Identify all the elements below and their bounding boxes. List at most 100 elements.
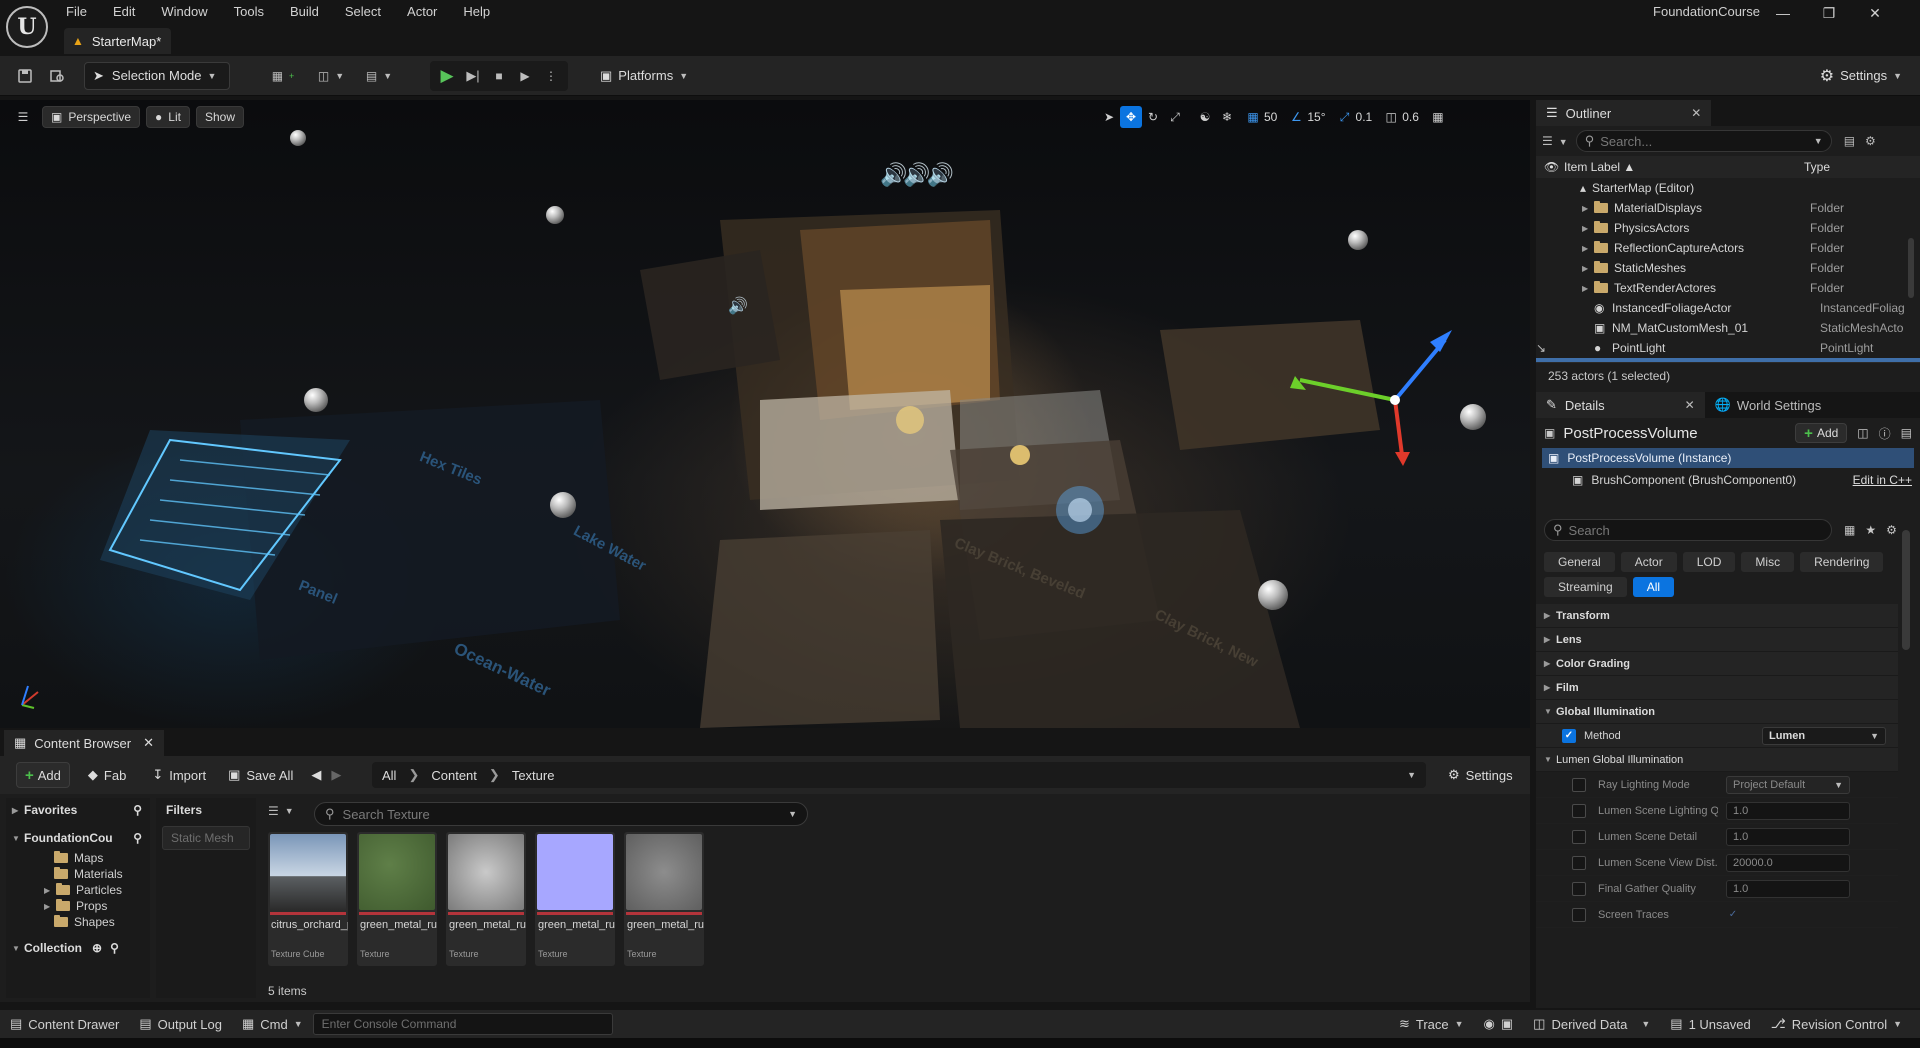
camera-speed-icon[interactable]: ◫ — [1380, 106, 1402, 128]
perspective-button[interactable]: ▣ Perspective — [42, 106, 141, 128]
outliner-row[interactable]: ◉ InstancedFoliageActor InstancedFoliag — [1536, 298, 1920, 318]
outliner-row[interactable]: ▶ MaterialDisplays Folder — [1536, 198, 1920, 218]
section-transform[interactable]: ▶ Transform — [1536, 604, 1898, 628]
world-settings-tab[interactable]: 🌐 World Settings — [1704, 392, 1832, 418]
menu-select[interactable]: Select — [332, 0, 394, 24]
section-global-illumination[interactable]: ▼ Global Illumination — [1536, 700, 1898, 724]
grid-snap-value[interactable]: 50 — [1264, 110, 1277, 124]
override-checkbox[interactable] — [1572, 803, 1586, 818]
asset-search-input[interactable]: ⚲ Search Texture ▼ — [314, 802, 808, 826]
override-checkbox[interactable] — [1572, 881, 1586, 896]
close-icon[interactable]: ✕ — [1691, 106, 1701, 120]
property-checkbox[interactable]: ✓ — [1726, 908, 1740, 922]
rotation-snap-value[interactable]: 15° — [1307, 110, 1325, 124]
menu-file[interactable]: File — [60, 0, 100, 24]
menu-edit[interactable]: Edit — [100, 0, 148, 24]
search-icon[interactable]: ⚲ — [110, 941, 119, 955]
audio-source-icon[interactable]: 🔊🔊🔊 — [880, 162, 954, 188]
override-checkbox[interactable] — [1572, 829, 1586, 844]
brush-component-row[interactable]: ▣ BrushComponent (BrushComponent0) Edit … — [1536, 468, 1920, 492]
import-button[interactable]: ↧ Import — [144, 762, 214, 788]
browse-icon[interactable] — [44, 63, 70, 89]
blueprint-icon[interactable]: ◫ ▼ — [312, 63, 350, 89]
property-value-field[interactable]: 1.0 — [1726, 879, 1850, 898]
outliner-row[interactable]: ▣ NM_MatCustomMesh_01 StaticMeshActo — [1536, 318, 1920, 338]
asset-tile[interactable]: green_metal_rust_diff_4k Texture — [357, 832, 437, 966]
show-button[interactable]: Show — [195, 106, 245, 128]
unreal-logo-icon[interactable]: U — [6, 6, 48, 48]
category-all[interactable]: All — [1632, 577, 1675, 597]
fab-button[interactable]: ◆ Fab — [80, 762, 134, 788]
lock-icon[interactable]: ▤ — [1901, 426, 1912, 440]
content-settings-button[interactable]: ⚙ Settings — [1440, 762, 1521, 788]
add-button[interactable]: + Add — [16, 762, 70, 788]
select-tool-icon[interactable]: ➤ — [1098, 106, 1120, 128]
save-icon[interactable] — [12, 63, 38, 89]
close-icon[interactable]: ✕ — [1685, 398, 1695, 412]
asset-tile[interactable]: green_metal_rust_rough_4k Texture — [624, 832, 704, 966]
stop-icon[interactable]: ■ — [486, 63, 512, 89]
star-icon[interactable]: ★ — [1865, 523, 1876, 537]
save-all-button[interactable]: ▣ Save All — [220, 762, 301, 788]
visibility-icon[interactable]: 👁 — [1544, 160, 1564, 174]
level-viewport[interactable]: 🔊🔊🔊 🔊 Hex Tiles Lake Water Panel Ocean-W… — [0, 100, 1530, 728]
asset-tile[interactable]: green_metal_rust_nor_gl_4k Texture — [535, 832, 615, 966]
outliner-row[interactable]: ▶ StaticMeshes Folder — [1536, 258, 1920, 278]
scale-snap-icon[interactable]: ⤢ — [1334, 106, 1356, 128]
gear-icon[interactable]: ⚙ — [1886, 523, 1897, 537]
column-type[interactable]: Type — [1804, 160, 1830, 174]
menu-build[interactable]: Build — [277, 0, 332, 24]
hamburger-menu-icon[interactable]: ☰ — [12, 106, 34, 128]
outliner-tab[interactable]: ☰ Outliner ✕ — [1536, 100, 1712, 126]
folder-shapes[interactable]: Shapes — [6, 914, 150, 930]
play-options-icon[interactable]: ⋮ — [538, 63, 564, 89]
translate-tool-icon[interactable]: ✥ — [1120, 106, 1142, 128]
category-rendering[interactable]: Rendering — [1800, 552, 1884, 572]
details-scrollbar[interactable] — [1902, 530, 1910, 650]
breadcrumb-content[interactable]: Content — [431, 768, 477, 783]
add-folder-icon[interactable]: ▤ — [1844, 134, 1855, 148]
favorites-section[interactable]: ▶ Favorites ⚲ — [6, 798, 150, 822]
add-component-button[interactable]: + Add — [1795, 423, 1848, 443]
rotate-tool-icon[interactable]: ↻ — [1142, 106, 1164, 128]
filter-dropdown-icon[interactable]: ☰ ▼ — [268, 804, 294, 818]
sphere-reflection-capture[interactable] — [304, 388, 328, 412]
asset-tile[interactable]: green_metal_rust_disp_4k Texture — [446, 832, 526, 966]
visibility-icon[interactable]: ↘ — [1536, 361, 1554, 362]
collection-section[interactable]: ▼ Collection ⊕ ⚲ — [6, 936, 150, 960]
revision-control-dropdown[interactable]: ⎇ Revision Control ▼ — [1761, 1010, 1912, 1038]
eject-icon[interactable]: ▶ — [512, 63, 538, 89]
outliner-row[interactable]: ↘ ▣ PostProcessVolumePostProcessVo — [1536, 358, 1920, 362]
property-dropdown[interactable]: Project Default ▼ — [1726, 775, 1850, 794]
outliner-row[interactable]: ↘ ● PointLight PointLight — [1536, 338, 1920, 358]
audio-source-icon[interactable]: 🔊 — [728, 296, 748, 316]
outliner-root[interactable]: ▴ StarterMap (Editor) — [1536, 178, 1920, 198]
surface-snap-icon[interactable]: ❄ — [1216, 106, 1238, 128]
property-value-field[interactable]: 20000.0 — [1726, 853, 1850, 872]
breadcrumb-all[interactable]: All — [382, 768, 396, 783]
filter-icon[interactable]: ☰ ▼ — [1542, 134, 1568, 148]
details-tab[interactable]: ✎ Details ✕ — [1536, 392, 1705, 418]
search-icon[interactable]: ⚲ — [133, 831, 142, 845]
sphere-reflection-capture[interactable] — [1258, 580, 1288, 610]
method-override-checkbox[interactable]: ✓ — [1562, 728, 1576, 743]
static-mesh-filter-chip[interactable]: Static Mesh — [162, 826, 250, 850]
section-film[interactable]: ▶ Film — [1536, 676, 1898, 700]
scale-tool-icon[interactable]: ⤢ — [1164, 106, 1186, 128]
console-command-input[interactable]: Enter Console Command — [312, 1013, 613, 1035]
restore-icon[interactable]: ❐ — [1806, 0, 1852, 26]
property-value-field[interactable]: 1.0 — [1726, 801, 1850, 820]
section-lens[interactable]: ▶ Lens — [1536, 628, 1898, 652]
outliner-row[interactable]: ▶ TextRenderActores Folder — [1536, 278, 1920, 298]
maximize-viewport-icon[interactable]: ▦ — [1427, 106, 1449, 128]
menu-window[interactable]: Window — [148, 0, 220, 24]
chevron-down-icon[interactable]: ▼ — [1407, 770, 1416, 780]
sphere-reflection-capture[interactable] — [546, 206, 564, 224]
category-misc[interactable]: Misc — [1741, 552, 1795, 572]
override-checkbox[interactable] — [1572, 855, 1586, 870]
output-log-button[interactable]: ▤ Output Log — [129, 1010, 232, 1038]
override-checkbox[interactable] — [1572, 907, 1586, 922]
add-collection-icon[interactable]: ⊕ — [92, 941, 102, 955]
minimize-icon[interactable]: — — [1760, 0, 1806, 26]
section-color-grading[interactable]: ▶ Color Grading — [1536, 652, 1898, 676]
